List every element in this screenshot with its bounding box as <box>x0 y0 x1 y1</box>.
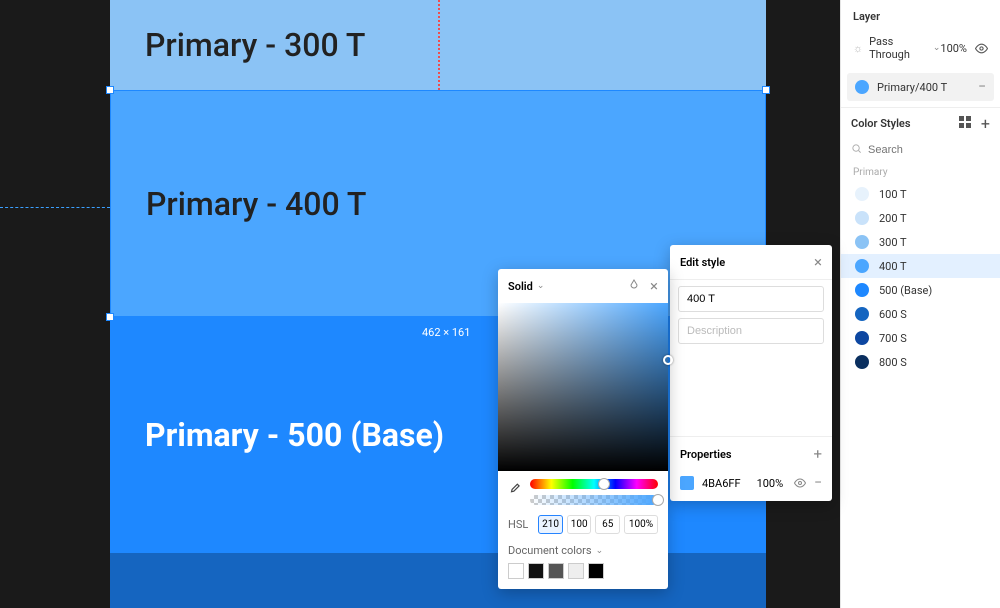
dimension-badge: 462 × 161 <box>416 324 476 341</box>
style-item-label: 400 T <box>879 260 907 273</box>
style-description-input[interactable] <box>678 318 824 344</box>
style-item-label: 200 T <box>879 212 907 225</box>
selection-handle[interactable] <box>762 86 770 94</box>
style-swatch-icon <box>855 211 869 225</box>
style-swatch-icon <box>855 187 869 201</box>
document-color-swatch[interactable] <box>548 563 564 579</box>
style-item[interactable]: 400 T <box>841 254 1000 278</box>
inspector-panel: Layer ☼ Pass Through ⌄ 100% Primary/400 … <box>840 0 1000 608</box>
document-colors-label: Document colors <box>508 544 592 557</box>
blend-mode-icon[interactable] <box>628 279 640 294</box>
style-name-input[interactable] <box>678 286 824 312</box>
eye-icon[interactable] <box>975 42 988 55</box>
alpha-slider[interactable] <box>530 495 658 505</box>
horizontal-guide <box>0 207 110 208</box>
style-swatch-icon <box>855 355 869 369</box>
hue-input[interactable]: 210 <box>538 515 563 534</box>
fill-type-select[interactable]: Solid ⌄ <box>508 280 544 293</box>
style-item[interactable]: 700 S <box>841 326 1000 350</box>
hue-slider[interactable] <box>530 479 658 489</box>
grid-view-icon[interactable] <box>959 116 971 131</box>
document-color-swatch[interactable] <box>568 563 584 579</box>
properties-title: Properties <box>680 448 732 461</box>
style-item[interactable]: 500 (Base) <box>841 278 1000 302</box>
layer-opacity[interactable]: 100% <box>940 42 967 55</box>
swatch-label: Primary - 500 (Base) <box>145 416 444 454</box>
chevron-down-icon: ⌄ <box>537 281 545 291</box>
style-swatch-icon <box>855 283 869 297</box>
style-item[interactable]: 800 S <box>841 350 1000 374</box>
swatch-label: Primary - 300 T <box>145 26 365 64</box>
style-item-label: 600 S <box>879 308 907 321</box>
blend-mode-label: Pass Through <box>869 35 927 61</box>
color-picker-popover: Solid ⌄ × HSL 210 100 65 100% Document c… <box>498 269 668 589</box>
style-item[interactable]: 200 T <box>841 206 1000 230</box>
hue-thumb[interactable] <box>598 478 610 490</box>
eye-icon[interactable] <box>794 477 806 489</box>
vertical-guide <box>438 0 440 90</box>
alpha-input[interactable]: 100% <box>624 515 658 534</box>
sv-cursor[interactable] <box>663 355 673 365</box>
selection-handle[interactable] <box>106 313 114 321</box>
selection-handle[interactable] <box>106 86 114 94</box>
style-item[interactable]: 300 T <box>841 230 1000 254</box>
add-style-button[interactable]: + <box>981 118 990 130</box>
property-swatch-icon[interactable] <box>680 476 694 490</box>
saturation-value-area[interactable] <box>498 303 668 471</box>
close-icon[interactable]: × <box>814 253 822 271</box>
swatch-label: Primary - 400 T <box>146 185 366 223</box>
style-item-label: 800 S <box>879 356 907 369</box>
edit-style-popover: Edit style × Properties + 4BA6FF 100% − <box>670 245 832 501</box>
document-color-swatch[interactable] <box>588 563 604 579</box>
style-swatch-icon <box>855 331 869 345</box>
alpha-thumb[interactable] <box>652 494 664 506</box>
remove-property-button[interactable]: − <box>814 475 822 491</box>
style-item-label: 100 T <box>879 188 907 201</box>
document-color-swatch[interactable] <box>508 563 524 579</box>
detach-style-button[interactable]: − <box>978 79 986 95</box>
selected-color-style[interactable]: Primary/400 T − <box>847 73 994 101</box>
style-item[interactable]: 600 S <box>841 302 1000 326</box>
edit-style-title: Edit style <box>680 256 725 269</box>
color-styles-title: Color Styles <box>851 117 911 130</box>
sun-icon: ☼ <box>853 42 863 55</box>
style-search-input[interactable] <box>868 144 1000 156</box>
property-hex-value[interactable]: 4BA6FF <box>702 477 741 490</box>
style-item-label: 300 T <box>879 236 907 249</box>
saturation-input[interactable]: 100 <box>567 515 592 534</box>
style-item-label: 500 (Base) <box>879 284 932 297</box>
style-swatch-icon <box>855 235 869 249</box>
property-opacity-value[interactable]: 100% <box>757 477 784 490</box>
fill-type-label: Solid <box>508 280 533 293</box>
eyedropper-button[interactable] <box>508 479 522 500</box>
add-property-button[interactable]: + <box>813 445 822 463</box>
color-mode-select[interactable]: HSL <box>508 518 534 531</box>
style-group-label: Primary <box>841 165 1000 182</box>
selected-style-name: Primary/400 T <box>877 81 947 94</box>
style-swatch-icon <box>855 80 869 94</box>
layer-section-title: Layer <box>841 0 1000 29</box>
style-item[interactable]: 100 T <box>841 182 1000 206</box>
style-item-label: 700 S <box>879 332 907 345</box>
chevron-down-icon: ⌄ <box>933 43 941 53</box>
chevron-down-icon[interactable]: ⌄ <box>596 546 604 556</box>
style-swatch-icon <box>855 259 869 273</box>
lightness-input[interactable]: 65 <box>595 515 620 534</box>
blend-mode-select[interactable]: ☼ Pass Through ⌄ <box>853 35 940 61</box>
search-icon <box>851 143 862 157</box>
style-swatch-icon <box>855 307 869 321</box>
document-color-swatch[interactable] <box>528 563 544 579</box>
close-icon[interactable]: × <box>650 277 658 295</box>
